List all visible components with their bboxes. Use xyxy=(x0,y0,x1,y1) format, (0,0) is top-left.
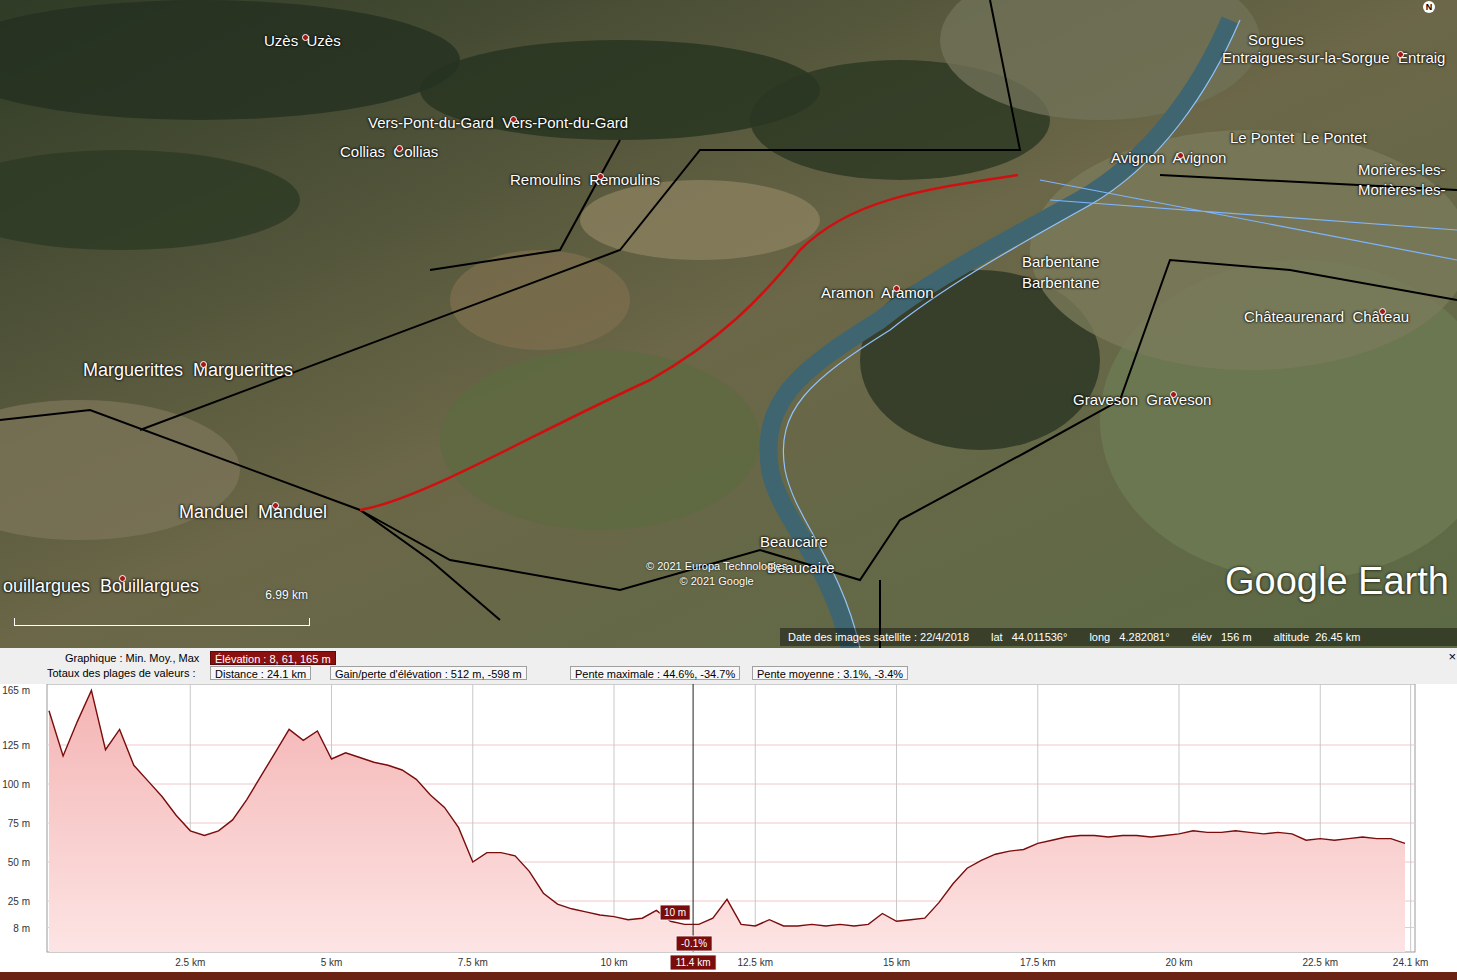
stats-box[interactable]: Pente moyenne : 3.1%, -3.4% xyxy=(752,666,908,680)
x-tick-label: 7.5 km xyxy=(458,957,488,968)
terrain xyxy=(0,0,1457,648)
stats-box[interactable]: Élévation : 8, 61, 165 m xyxy=(210,651,336,665)
x-tick-label: 17.5 km xyxy=(1020,957,1056,968)
x-tick-label: 22.5 km xyxy=(1302,957,1338,968)
place-label[interactable]: Barbentane xyxy=(1022,275,1100,290)
x-gridline xyxy=(755,684,756,952)
status-item: Date des images satellite : 22/4/2018 xyxy=(788,629,969,646)
x-gridline xyxy=(614,684,615,952)
y-tick-label: 165 m xyxy=(2,685,30,696)
google-earth-logo: Google Earth xyxy=(1225,562,1449,600)
place-label[interactable]: Barbentane xyxy=(1022,254,1100,269)
x-tick-label: 2.5 km xyxy=(175,957,205,968)
place-dot-icon xyxy=(396,145,403,152)
place-dot-icon xyxy=(1379,308,1386,315)
y-tick-label: 50 m xyxy=(8,857,30,868)
place-label[interactable]: Remoulins Remoulins xyxy=(510,172,660,187)
scale-line xyxy=(14,618,310,626)
place-dot-icon xyxy=(119,575,126,582)
status-item: élév 156 m xyxy=(1192,629,1252,646)
scale-bar: 6.99 km xyxy=(14,586,310,626)
stats-row: Totaux des plages de valeurs : Distance :… xyxy=(0,666,1457,681)
place-dot-icon xyxy=(200,361,207,368)
place-dot-icon xyxy=(272,502,279,509)
place-dot-icon xyxy=(1170,391,1177,398)
place-label[interactable]: Manduel Manduel xyxy=(179,503,327,521)
place-label[interactable]: Morières-les- xyxy=(1358,182,1446,197)
y-gridline xyxy=(47,784,1415,785)
scale-label: 6.99 km xyxy=(14,586,310,604)
stats-label: Graphique : Min. Moy., Max xyxy=(65,651,199,665)
river xyxy=(768,20,1230,648)
place-label[interactable]: Vers-Pont-du-Gard Vers-Pont-du-Gard xyxy=(368,115,628,130)
stats-box[interactable]: Gain/perte d'élévation : 512 m, -598 m xyxy=(330,666,527,680)
copyright: © 2021 Europa Technologies© 2021 Google xyxy=(646,559,787,589)
place-label[interactable]: Beaucaire xyxy=(760,534,828,549)
x-tick-label: 15 km xyxy=(883,957,910,968)
status-item: altitude 26.45 km xyxy=(1274,629,1361,646)
x-gridline xyxy=(896,684,897,952)
cursor-elevation-badge: 10 m xyxy=(660,905,690,920)
elevation-profile: Graphique : Min. Moy., Max Élévation : 8,… xyxy=(0,648,1457,980)
x-tick-label: 12.5 km xyxy=(737,957,773,968)
place-label[interactable]: Entraigues-sur-la-Sorgue Entraig xyxy=(1222,50,1445,65)
y-tick-label: 125 m xyxy=(2,740,30,751)
place-dot-icon xyxy=(893,285,900,292)
x-tick-label: 20 km xyxy=(1165,957,1192,968)
copyright-line: © 2021 Google xyxy=(646,574,787,589)
elevation-line xyxy=(49,690,1405,926)
profile-chart[interactable]: 165 m 125 m 100 m 75 m 50 m 25 m 8 m 2.5 km 5 km… xyxy=(0,684,1457,972)
y-gridline xyxy=(47,745,1415,746)
stats-row: Graphique : Min. Moy., Max Élévation : 8,… xyxy=(0,651,1457,666)
place-label[interactable]: Marguerittes Marguerittes xyxy=(83,361,293,379)
railway xyxy=(0,0,1457,648)
place-label[interactable]: Sorgues xyxy=(1248,32,1304,47)
place-dot-icon xyxy=(1177,152,1184,159)
place-dot-icon xyxy=(597,173,604,180)
x-gridline xyxy=(1410,684,1411,952)
bottom-strip xyxy=(0,972,1457,980)
status-bar: Date des images satellite : 22/4/2018 lat… xyxy=(780,628,1457,646)
svg-text:10 m: 10 m xyxy=(664,907,686,918)
status-item: lat 44.011536° xyxy=(991,629,1067,646)
place-label[interactable]: Le Pontet Le Pontet xyxy=(1230,130,1367,145)
place-label[interactable]: Avignon Avignon xyxy=(1111,150,1226,165)
compass-icon[interactable]: N xyxy=(1423,1,1435,13)
place-label[interactable]: Collias Collias xyxy=(340,144,438,159)
copyright-line: © 2021 Europa Technologies xyxy=(646,559,787,574)
stats-box[interactable]: Pente maximale : 44.6%, -34.7% xyxy=(570,666,740,680)
place-dot-icon xyxy=(510,116,517,123)
river-outline xyxy=(783,20,1240,648)
x-tick-label: 5 km xyxy=(321,957,343,968)
x-tick-label: 24.1 km xyxy=(1393,957,1429,968)
y-tick-label: 8 m xyxy=(13,923,30,934)
place-dot-icon xyxy=(302,34,309,41)
status-item: long 4.282081° xyxy=(1089,629,1169,646)
map-view[interactable]: Uzès UzèsVers-Pont-du-Gard Vers-Pont-du-… xyxy=(0,0,1457,648)
stats-box[interactable]: Distance : 24.1 km xyxy=(210,666,311,680)
y-tick-label: 75 m xyxy=(8,818,30,829)
close-button[interactable]: × xyxy=(1448,650,1456,663)
place-label[interactable]: Graveson Graveson xyxy=(1073,392,1211,407)
svg-text:11.4 km: 11.4 km xyxy=(676,957,711,968)
place-label[interactable]: Morières-les- xyxy=(1358,162,1446,177)
cursor-distance-badge: 11.4 km xyxy=(670,955,716,970)
cursor-slope-badge: -0.1% xyxy=(676,936,712,951)
stats-label: Totaux des plages de valeurs : xyxy=(47,666,196,680)
x-tick-label: 10 km xyxy=(600,957,627,968)
elevation-area xyxy=(49,690,1405,952)
place-dot-icon xyxy=(1397,51,1404,58)
place-label[interactable]: Aramon Aramon xyxy=(821,285,934,300)
y-tick-label: 100 m xyxy=(2,779,30,790)
place-label[interactable]: ouillargues Bouillargues xyxy=(3,577,199,595)
y-tick-label: 25 m xyxy=(8,896,30,907)
route-line xyxy=(360,175,1018,510)
svg-text:-0.1%: -0.1% xyxy=(681,938,707,949)
tgv-line xyxy=(1040,180,1457,260)
plot-area xyxy=(47,684,1415,952)
cursor-line[interactable] xyxy=(693,684,694,952)
